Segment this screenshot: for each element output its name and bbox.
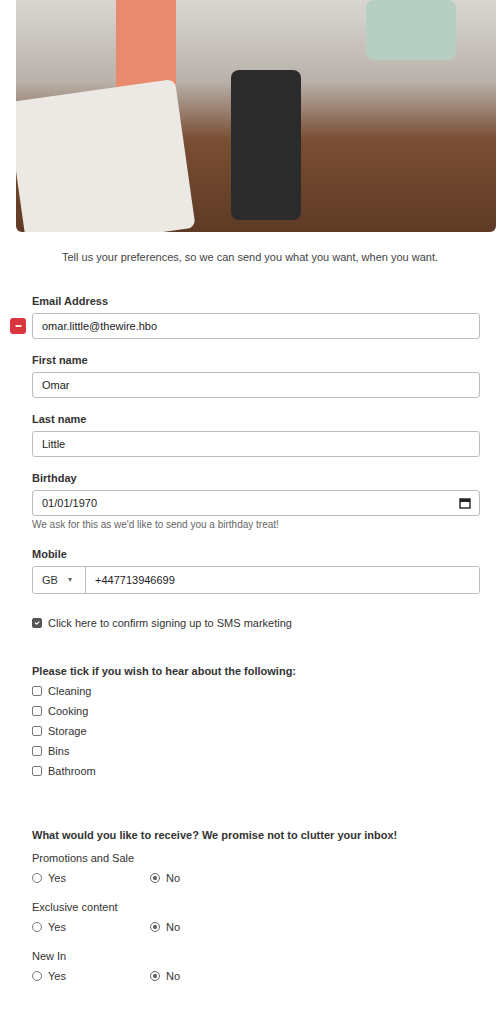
country-select[interactable]: GB ▾ <box>33 567 86 593</box>
radio-button[interactable] <box>150 922 160 932</box>
input-wrapper <box>32 372 480 398</box>
tumbler-shape <box>231 70 301 220</box>
checkbox[interactable] <box>32 746 42 756</box>
checkbox[interactable] <box>32 706 42 716</box>
hero-photo <box>16 0 496 232</box>
form-field: Last name <box>32 412 480 457</box>
checkbox[interactable] <box>32 766 42 776</box>
group-label: Exclusive content <box>32 900 480 914</box>
input-wrapper: ••• <box>32 313 480 339</box>
form-field: Email Address ••• <box>32 294 480 339</box>
radio-option: Yes <box>32 868 150 888</box>
form-field: Birthday We ask for this as we'd like to … <box>32 471 480 531</box>
option-label: Storage <box>48 723 87 740</box>
form-field: First name <box>32 353 480 398</box>
group-label: New In <box>32 949 480 963</box>
radio-choice[interactable]: Yes <box>32 917 150 937</box>
sms-consent: Click here to confirm signing up to SMS … <box>32 613 480 633</box>
option-label: Yes <box>48 968 66 985</box>
option-label: Yes <box>48 919 66 936</box>
radio-option: No <box>150 868 268 888</box>
option-label: No <box>166 968 180 985</box>
section-heading: Please tick if you wish to hear about th… <box>32 664 480 678</box>
option-label: Bins <box>48 743 69 760</box>
country-code: GB <box>42 572 58 589</box>
text-input[interactable] <box>32 372 480 398</box>
radio-choice[interactable]: No <box>150 917 268 937</box>
interest-item[interactable]: Bathroom <box>32 761 480 781</box>
field-label: Email Address <box>32 294 480 308</box>
input-wrapper <box>32 431 480 457</box>
field-label: Mobile <box>32 547 480 561</box>
dropdown-arrow-icon: ▾ <box>68 574 72 586</box>
radio-button[interactable] <box>150 971 160 981</box>
form-field: Mobile GB ▾ <box>32 547 480 594</box>
interest-item[interactable]: Cleaning <box>32 681 480 701</box>
text-input[interactable] <box>32 313 480 339</box>
radio-option: No <box>150 917 268 937</box>
radio-group: Promotions and Sale Yes No <box>32 851 480 888</box>
radio-options: Yes No <box>32 868 480 888</box>
option-label: Bathroom <box>48 763 96 780</box>
text-input[interactable] <box>32 431 480 457</box>
radio-options: Yes No <box>32 966 480 986</box>
option-label: No <box>166 919 180 936</box>
radio-group: Exclusive content Yes No <box>32 900 480 937</box>
tumbler-shape <box>366 0 456 60</box>
radio-options: Yes No <box>32 917 480 937</box>
input-wrapper <box>32 490 480 516</box>
magazine-shape <box>16 79 196 232</box>
interest-item[interactable]: Cooking <box>32 701 480 721</box>
checkbox[interactable] <box>32 686 42 696</box>
radio-button[interactable] <box>32 922 42 932</box>
option-label: Yes <box>48 870 66 887</box>
option-label: Cooking <box>48 703 88 720</box>
sms-consent-checkbox[interactable]: Click here to confirm signing up to SMS … <box>32 613 480 633</box>
radio-option: No <box>150 966 268 986</box>
calendar-icon[interactable] <box>459 497 471 509</box>
intro-text: Tell us your preferences, so we can send… <box>8 250 492 264</box>
interests-section: Please tick if you wish to hear about th… <box>32 664 480 781</box>
checkbox[interactable] <box>32 618 42 628</box>
date-input[interactable] <box>32 490 480 516</box>
preferences-form: Email Address ••• First name Last name Birth… <box>0 294 500 1018</box>
phone-input-group: GB ▾ <box>32 566 480 594</box>
option-label: Cleaning <box>48 683 91 700</box>
option-label: No <box>166 870 180 887</box>
group-label: Promotions and Sale <box>32 851 480 865</box>
radio-button[interactable] <box>150 873 160 883</box>
autofill-icon[interactable]: ••• <box>10 318 26 334</box>
radio-choice[interactable]: No <box>150 966 268 986</box>
checkbox[interactable] <box>32 726 42 736</box>
section-heading: What would you like to receive? We promi… <box>32 828 480 842</box>
radio-choice[interactable]: Yes <box>32 966 150 986</box>
radio-option: Yes <box>32 917 150 937</box>
field-label: Birthday <box>32 471 480 485</box>
interest-item[interactable]: Storage <box>32 721 480 741</box>
radio-option: Yes <box>32 966 150 986</box>
help-text: We ask for this as we'd like to send you… <box>32 519 480 531</box>
radio-group: New In Yes No <box>32 949 480 986</box>
radio-choice[interactable]: Yes <box>32 868 150 888</box>
interest-item[interactable]: Bins <box>32 741 480 761</box>
preferences-section: What would you like to receive? We promi… <box>32 828 480 986</box>
radio-button[interactable] <box>32 873 42 883</box>
radio-button[interactable] <box>32 971 42 981</box>
radio-choice[interactable]: No <box>150 868 268 888</box>
field-label: Last name <box>32 412 480 426</box>
phone-input[interactable] <box>86 567 479 593</box>
field-label: First name <box>32 353 480 367</box>
option-label: Click here to confirm signing up to SMS … <box>48 615 292 632</box>
